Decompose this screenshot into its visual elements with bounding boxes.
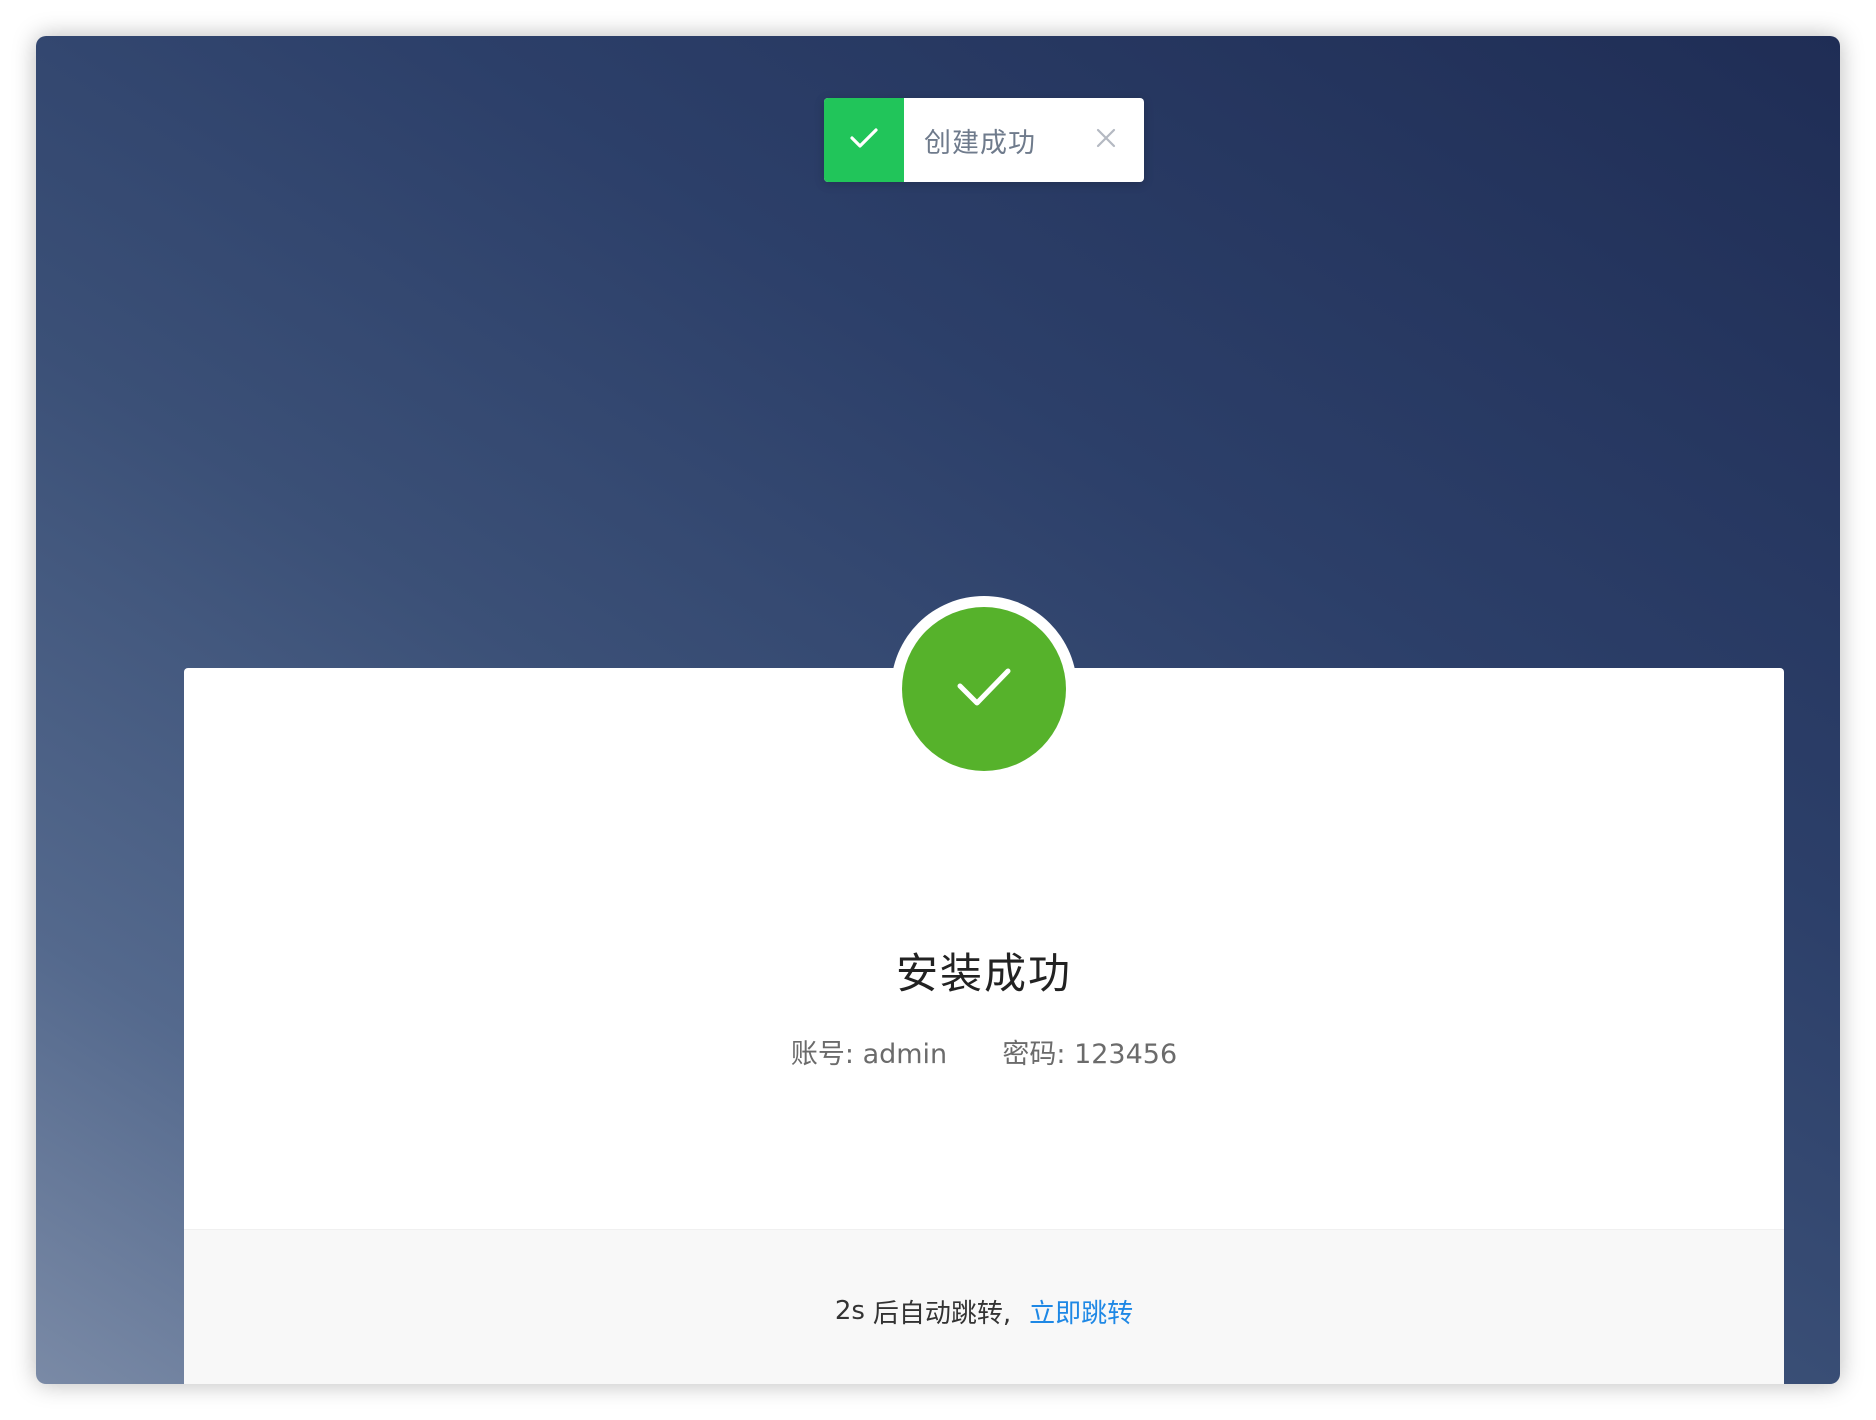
close-icon[interactable] xyxy=(1095,127,1117,153)
card-footer: 2s 后自动跳转, 立即跳转 xyxy=(184,1229,1784,1384)
toast-message: 创建成功 xyxy=(924,127,1036,159)
countdown-text: 后自动跳转, xyxy=(872,1298,1012,1329)
success-toast: 创建成功 xyxy=(824,98,1144,182)
check-icon xyxy=(954,664,1014,714)
account-label: 账号: xyxy=(790,1039,854,1070)
result-title: 安装成功 xyxy=(895,949,1072,998)
check-icon xyxy=(849,126,879,154)
countdown-seconds: 2s xyxy=(834,1296,865,1326)
password-label: 密码: xyxy=(1002,1039,1066,1070)
password-value: 123456 xyxy=(1074,1039,1178,1070)
success-badge xyxy=(891,596,1077,782)
account-value: admin xyxy=(862,1039,948,1070)
jump-now-link[interactable]: 立即跳转 xyxy=(1029,1293,1133,1330)
app-window: 创建成功 安装成功 账号: admin 密码: 123456 2s 后自动跳转,… xyxy=(36,36,1840,1384)
credentials: 账号: admin 密码: 123456 xyxy=(184,1032,1784,1071)
success-circle xyxy=(902,607,1066,771)
toast-close-button[interactable] xyxy=(1086,120,1126,160)
toast-status-badge xyxy=(824,98,904,182)
